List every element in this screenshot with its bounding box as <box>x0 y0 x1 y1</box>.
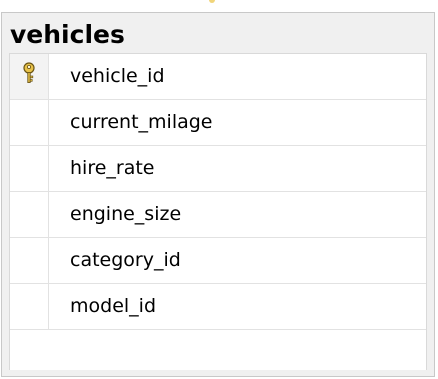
table-vehicles[interactable]: vehicles vehicle_id current_milage hire_… <box>1 12 435 377</box>
relationship-line-stub <box>209 0 215 3</box>
column-row-category-id[interactable]: category_id <box>10 238 426 284</box>
column-name: model_id <box>70 295 157 317</box>
diagram-canvas: vehicles vehicle_id current_milage hire_… <box>0 0 438 379</box>
column-row-current-milage[interactable]: current_milage <box>10 100 426 146</box>
column-row-engine-size[interactable]: engine_size <box>10 192 426 238</box>
new-column-row[interactable] <box>10 330 426 370</box>
column-name: hire_rate <box>70 157 155 179</box>
row-selector[interactable] <box>10 330 50 370</box>
column-name: engine_size <box>70 203 182 225</box>
column-grid: vehicle_id current_milage hire_rate engi… <box>9 53 427 370</box>
column-name: vehicle_id <box>70 65 165 87</box>
key-icon <box>23 62 35 83</box>
column-row-vehicle-id[interactable]: vehicle_id <box>10 54 426 100</box>
column-row-hire-rate[interactable]: hire_rate <box>10 146 426 192</box>
row-selector[interactable] <box>10 284 49 329</box>
row-selector[interactable] <box>10 192 49 237</box>
row-selector[interactable] <box>10 100 49 145</box>
table-title[interactable]: vehicles <box>10 19 125 51</box>
row-selector[interactable] <box>10 238 49 283</box>
column-row-model-id[interactable]: model_id <box>10 284 426 330</box>
row-selector[interactable] <box>10 146 49 191</box>
row-selector[interactable] <box>10 54 49 99</box>
column-name: current_milage <box>70 111 213 133</box>
column-name: category_id <box>70 249 181 271</box>
